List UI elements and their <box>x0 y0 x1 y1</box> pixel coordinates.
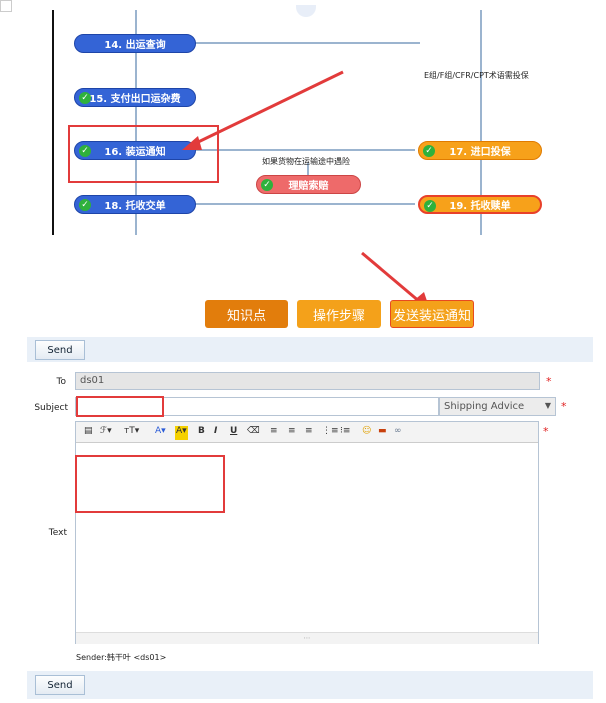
eraser-icon[interactable]: ⌫ <box>247 426 260 440</box>
resize-handle[interactable]: ⋯ <box>76 632 538 644</box>
italic-icon[interactable]: I <box>214 426 217 440</box>
arrow-line <box>361 251 421 304</box>
steps-button[interactable]: 操作步骤 <box>297 300 381 328</box>
select-value: Shipping Advice <box>444 401 525 412</box>
underline-icon[interactable]: U <box>230 426 237 440</box>
highlight-color-icon[interactable]: A▾ <box>175 426 188 440</box>
arrow-head <box>182 136 202 150</box>
subject-label: Subject <box>34 403 68 413</box>
top-toolbar <box>27 337 593 362</box>
knowledge-button[interactable]: 知识点 <box>205 300 288 328</box>
image-icon[interactable]: ▬ <box>378 426 387 440</box>
send-button-top[interactable]: Send <box>35 340 85 360</box>
link-icon[interactable]: ∞ <box>394 426 402 440</box>
subject-template-select[interactable]: Shipping Advice ▼ <box>439 397 556 416</box>
align-left-icon[interactable]: ≡ <box>270 426 278 440</box>
required-marker: * <box>543 425 549 438</box>
ordered-list-icon[interactable]: ⋮≡ <box>322 426 339 440</box>
to-field[interactable]: ds01 <box>75 372 540 390</box>
text-label: Text <box>48 528 67 538</box>
arrow-line <box>191 70 344 147</box>
bold-icon[interactable]: B <box>198 426 205 440</box>
align-right-icon[interactable]: ≡ <box>305 426 313 440</box>
align-center-icon[interactable]: ≡ <box>288 426 296 440</box>
font-size-icon[interactable]: тT▾ <box>124 426 139 440</box>
font-family-icon[interactable]: ℱ▾ <box>100 426 112 440</box>
emoji-icon[interactable]: ☺ <box>362 426 371 440</box>
font-color-icon[interactable]: A▾ <box>155 426 166 440</box>
highlight-box <box>75 455 225 513</box>
send-notice-button[interactable]: 发送装运通知 <box>390 300 474 328</box>
to-label: To <box>56 377 66 387</box>
bottom-toolbar <box>27 671 593 699</box>
required-marker: * <box>561 400 567 413</box>
send-button-bottom[interactable]: Send <box>35 675 85 695</box>
chevron-down-icon: ▼ <box>544 401 551 410</box>
sender-info: Sender:韩干叶 <ds01> <box>76 653 167 662</box>
highlight-box <box>76 396 164 417</box>
source-icon[interactable]: ▤ <box>84 426 93 440</box>
required-marker: * <box>546 375 552 388</box>
unordered-list-icon[interactable]: ⁝≡ <box>340 426 350 440</box>
